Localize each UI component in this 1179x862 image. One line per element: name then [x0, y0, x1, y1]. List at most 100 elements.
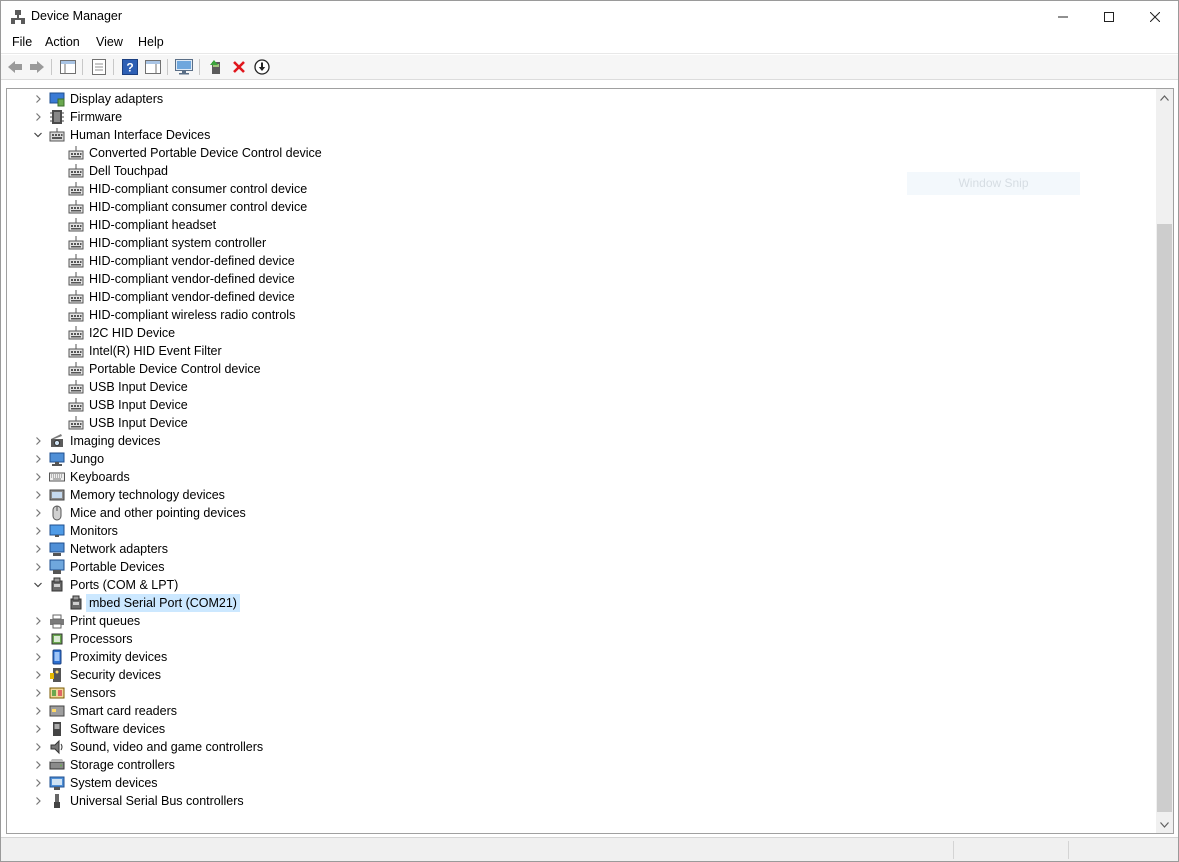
chevron-right-icon[interactable] — [32, 504, 44, 522]
properties-icon — [92, 59, 106, 75]
tree-device[interactable]: Converted Portable Device Control device — [7, 144, 1147, 162]
menu-view[interactable]: View — [96, 35, 123, 49]
tree-device[interactable]: HID-compliant system controller — [7, 234, 1147, 252]
tree-device-label: USB Input Device — [89, 380, 188, 394]
tree-category[interactable]: System devices — [7, 774, 1147, 792]
tree-device[interactable]: mbed Serial Port (COM21) — [7, 594, 1147, 612]
maximize-icon — [1104, 11, 1114, 22]
tree-category-label: Smart card readers — [70, 704, 177, 718]
action-pane-button[interactable] — [143, 58, 163, 76]
tree-category[interactable]: Keyboards — [7, 468, 1147, 486]
scroll-up-button[interactable] — [1156, 89, 1173, 106]
tree-category[interactable]: Network adapters — [7, 540, 1147, 558]
chevron-right-icon[interactable] — [32, 720, 44, 738]
maximize-button[interactable] — [1086, 1, 1132, 32]
chevron-right-icon[interactable] — [32, 522, 44, 540]
device-tree[interactable]: Display adapters Firmware Human Interface … — [6, 88, 1174, 834]
hid-child-icon — [68, 344, 84, 358]
tree-category-label: Imaging devices — [70, 434, 161, 448]
minimize-button[interactable] — [1040, 1, 1086, 32]
scrollbar-thumb[interactable] — [1157, 224, 1172, 812]
show-hide-console-tree-button[interactable] — [58, 58, 78, 76]
tree-category[interactable]: Smart card readers — [7, 702, 1147, 720]
tree-category-label: Security devices — [70, 668, 162, 682]
tree-category[interactable]: Display adapters — [7, 90, 1147, 108]
tree-device[interactable]: Intel(R) HID Event Filter — [7, 342, 1147, 360]
show-hide-console-tree-icon — [60, 60, 76, 74]
tree-device[interactable]: I2C HID Device — [7, 324, 1147, 342]
chevron-right-icon[interactable] — [32, 738, 44, 756]
tree-device[interactable]: HID-compliant vendor-defined device — [7, 288, 1147, 306]
tree-device[interactable]: HID-compliant headset — [7, 216, 1147, 234]
forward-button[interactable] — [27, 58, 47, 76]
toolbar-separator — [82, 59, 83, 75]
tree-category[interactable]: Storage controllers — [7, 756, 1147, 774]
chevron-up-icon — [1160, 94, 1169, 101]
tree-category[interactable]: Mice and other pointing devices — [7, 504, 1147, 522]
tree-device[interactable]: HID-compliant vendor-defined device — [7, 252, 1147, 270]
help-button[interactable]: ? — [120, 58, 140, 76]
tree-category[interactable]: Proximity devices — [7, 648, 1147, 666]
tree-category[interactable]: Ports (COM & LPT) — [7, 576, 1147, 594]
menu-help[interactable]: Help — [138, 35, 164, 49]
chevron-right-icon[interactable] — [32, 666, 44, 684]
tree-category[interactable]: Sound, video and game controllers — [7, 738, 1147, 756]
update-driver-button[interactable] — [206, 58, 226, 76]
chevron-right-icon[interactable] — [32, 756, 44, 774]
tree-category[interactable]: Sensors — [7, 684, 1147, 702]
tree-category[interactable]: Portable Devices — [7, 558, 1147, 576]
tree-device[interactable]: USB Input Device — [7, 414, 1147, 432]
chevron-right-icon[interactable] — [32, 450, 44, 468]
title-bar[interactable]: Device Manager — [1, 1, 1178, 32]
tree-device[interactable]: HID-compliant wireless radio controls — [7, 306, 1147, 324]
chevron-right-icon[interactable] — [32, 774, 44, 792]
menu-action[interactable]: Action — [45, 35, 80, 49]
chevron-right-icon[interactable] — [32, 468, 44, 486]
disable-device-button[interactable] — [252, 58, 272, 76]
tree-category[interactable]: Imaging devices — [7, 432, 1147, 450]
chevron-right-icon[interactable] — [32, 792, 44, 810]
close-button[interactable] — [1132, 1, 1178, 32]
chevron-right-icon[interactable] — [32, 558, 44, 576]
tree-category[interactable]: Processors — [7, 630, 1147, 648]
tree-category[interactable]: Software devices — [7, 720, 1147, 738]
back-button[interactable] — [5, 58, 25, 76]
uninstall-device-button[interactable] — [229, 58, 249, 76]
chevron-right-icon[interactable] — [32, 108, 44, 126]
tree-category[interactable]: Memory technology devices — [7, 486, 1147, 504]
chevron-right-icon[interactable] — [32, 702, 44, 720]
chevron-right-icon[interactable] — [32, 486, 44, 504]
tree-device[interactable]: USB Input Device — [7, 378, 1147, 396]
chevron-right-icon[interactable] — [32, 612, 44, 630]
chevron-down-icon[interactable] — [32, 126, 44, 144]
tree-device[interactable]: HID-compliant consumer control device — [7, 198, 1147, 216]
tree-device[interactable]: Portable Device Control device — [7, 360, 1147, 378]
scroll-down-button[interactable] — [1156, 816, 1173, 833]
chevron-right-icon[interactable] — [32, 648, 44, 666]
scan-hardware-icon — [175, 59, 193, 75]
tree-category[interactable]: Print queues — [7, 612, 1147, 630]
tree-category[interactable]: Universal Serial Bus controllers — [7, 792, 1147, 810]
tree-category-label: Portable Devices — [70, 560, 165, 574]
vertical-scrollbar[interactable] — [1156, 89, 1173, 833]
tree-category[interactable]: Security devices — [7, 666, 1147, 684]
chevron-right-icon[interactable] — [32, 90, 44, 108]
hid-child-icon — [68, 182, 84, 196]
scan-hardware-button[interactable] — [174, 58, 194, 76]
properties-button[interactable] — [89, 58, 109, 76]
tree-device[interactable]: HID-compliant vendor-defined device — [7, 270, 1147, 288]
tree-category[interactable]: Firmware — [7, 108, 1147, 126]
menu-file[interactable]: File — [12, 35, 32, 49]
tree-category[interactable]: Monitors — [7, 522, 1147, 540]
tree-category[interactable]: Jungo — [7, 450, 1147, 468]
chevron-right-icon[interactable] — [32, 540, 44, 558]
portable-device-icon — [49, 559, 65, 574]
tree-device-label: USB Input Device — [89, 398, 188, 412]
chevron-down-icon[interactable] — [32, 576, 44, 594]
chevron-right-icon[interactable] — [32, 630, 44, 648]
chevron-right-icon[interactable] — [32, 684, 44, 702]
window-snip-ghost-label: Window Snip — [907, 172, 1080, 195]
tree-category[interactable]: Human Interface Devices — [7, 126, 1147, 144]
chevron-right-icon[interactable] — [32, 432, 44, 450]
tree-device[interactable]: USB Input Device — [7, 396, 1147, 414]
